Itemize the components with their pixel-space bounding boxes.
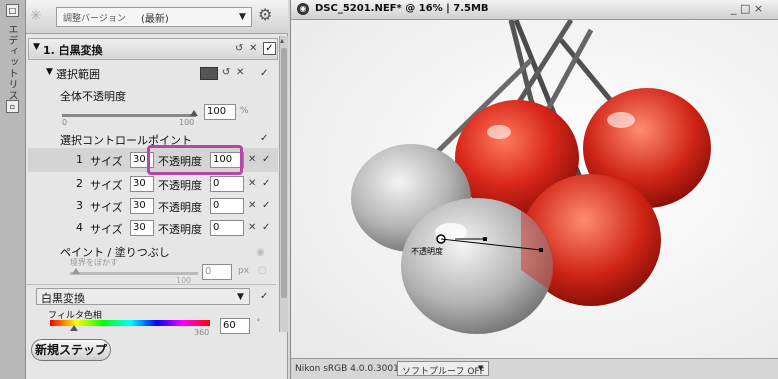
feather-knob[interactable]: [72, 268, 80, 274]
bw-dropdown-label: 白黒変換: [41, 292, 85, 305]
hue-max-label: 360: [194, 328, 210, 337]
gear-icon[interactable]: ⚙: [258, 5, 272, 24]
highlight-box: [147, 145, 243, 175]
cherries-photo: [291, 20, 778, 358]
reset-icon[interactable]: ↺: [235, 43, 243, 54]
paint-radio-2[interactable]: ○: [258, 266, 267, 276]
delete-icon[interactable]: ✕: [249, 43, 257, 54]
cp-size-label: サイズ: [90, 201, 123, 214]
panel-header: ✳ 調整バージョン (最新) ▼ ⚙: [26, 0, 288, 34]
cp-opacity-input[interactable]: 0: [210, 176, 244, 192]
px-unit: px: [238, 266, 250, 276]
expand-triangle-icon[interactable]: ▼: [46, 67, 53, 77]
scroll-up-icon[interactable]: ▴: [280, 36, 284, 45]
cp-num: 3: [76, 199, 83, 212]
control-points-enable-check[interactable]: ✓: [260, 134, 269, 144]
step-enable-checkbox[interactable]: ✓: [263, 42, 276, 55]
total-opacity-slider[interactable]: [62, 114, 196, 117]
image-title-bar[interactable]: ◉ DSC_5201.NEF* @ 16% | 7.5MB _ □ ×: [291, 0, 778, 20]
version-label: 調整バージョン: [63, 14, 126, 24]
scrollbar-thumb[interactable]: [281, 48, 287, 298]
cp-size-label: サイズ: [90, 155, 123, 168]
cp-opacity-label: 不透明度: [158, 201, 202, 214]
delete-icon[interactable]: ✕: [236, 67, 244, 78]
selection-enable-check[interactable]: ✓: [260, 69, 269, 79]
degree-unit: °: [256, 318, 261, 328]
cp-enable-check[interactable]: ✓: [262, 155, 271, 165]
total-opacity-input[interactable]: 100: [204, 104, 236, 120]
cp-opacity-label: 不透明度: [158, 179, 202, 192]
step-header[interactable]: ▼ 1. 白黒変換 ↺ ✕ ✓: [28, 38, 278, 60]
bw-conversion-dropdown[interactable]: 白黒変換 ▼: [36, 288, 250, 305]
reset-icon[interactable]: ↺: [222, 67, 230, 78]
feather-label: 境界をぼかす: [70, 258, 118, 267]
panel-scrollbar[interactable]: ▴: [279, 36, 288, 332]
cp-num: 4: [76, 221, 83, 234]
cp-enable-check[interactable]: ✓: [262, 179, 271, 189]
cp-opacity-input[interactable]: 0: [210, 220, 244, 236]
control-point-row-2[interactable]: 2 サイズ 30 不透明度 0 ✕ ✓: [28, 174, 278, 194]
app-logo-icon: ◉: [297, 3, 309, 15]
softproof-dropdown[interactable]: ソフトプルーフ OFF ▼: [397, 361, 489, 377]
step-title: 1. 白黒変換: [43, 44, 103, 57]
chevron-down-icon: ▼: [237, 292, 244, 302]
softproof-label: ソフトプルーフ OFF: [402, 367, 485, 377]
hue-knob[interactable]: [70, 325, 78, 331]
feather-input[interactable]: 0: [202, 264, 232, 280]
paint-radio[interactable]: ◉: [256, 248, 265, 258]
color-profile: Nikon sRGB 4.0.0.3001: [295, 364, 399, 374]
cp-enable-check[interactable]: ✓: [262, 201, 271, 211]
cp-size-label: サイズ: [90, 223, 123, 236]
selection-mode-icon[interactable]: [200, 67, 218, 80]
total-opacity-knob[interactable]: [190, 110, 198, 116]
selection-header[interactable]: ▼ 選択範囲 ↺ ✕ ✓: [28, 64, 278, 84]
feather-slider[interactable]: [70, 272, 198, 275]
collapse-icon[interactable]: □: [6, 4, 19, 17]
delete-icon[interactable]: ✕: [248, 178, 256, 189]
image-title: DSC_5201.NEF* @ 16% | 7.5MB: [315, 3, 489, 14]
cp-num: 1: [76, 153, 83, 166]
slider-max-label: 100: [179, 118, 195, 127]
cp-opacity-input[interactable]: 0: [210, 198, 244, 214]
version-dropdown[interactable]: 調整バージョン (最新) ▼: [56, 7, 252, 27]
control-point-row-4[interactable]: 4 サイズ 30 不透明度 0 ✕ ✓: [28, 218, 278, 238]
cp-num: 2: [76, 177, 83, 190]
image-window: ◉ DSC_5201.NEF* @ 16% | 7.5MB _ □ × 不透明度…: [290, 0, 778, 379]
chevron-down-icon: ▼: [478, 364, 484, 372]
delete-icon[interactable]: ✕: [248, 200, 256, 211]
cp-size-input[interactable]: 30: [130, 220, 154, 236]
percent-unit: %: [240, 106, 249, 116]
version-value: (最新): [141, 14, 169, 25]
control-point-label: 不透明度: [411, 247, 443, 256]
image-canvas[interactable]: 不透明度: [291, 20, 778, 358]
delete-icon[interactable]: ✕: [248, 154, 256, 165]
filter-hue-input[interactable]: 60: [220, 318, 250, 334]
cp-size-input[interactable]: 30: [130, 198, 154, 214]
delete-icon[interactable]: ✕: [248, 222, 256, 233]
slider-min-label: 0: [62, 118, 68, 127]
cp-enable-check[interactable]: ✓: [262, 223, 271, 233]
window-controls-icon[interactable]: _ □ ×: [731, 2, 763, 15]
edit-list-label: エディットリスト: [6, 24, 17, 112]
bw-enable-check[interactable]: ✓: [260, 292, 269, 302]
selection-title: 選択範囲: [56, 68, 100, 81]
cp-opacity-label: 不透明度: [158, 223, 202, 236]
expand-triangle-icon[interactable]: ▼: [33, 42, 40, 52]
divider: [26, 284, 276, 285]
cp-size-label: サイズ: [90, 179, 123, 192]
total-opacity-label: 全体不透明度: [60, 90, 126, 103]
new-step-button[interactable]: 新規ステップ: [31, 339, 111, 361]
asterisk-icon: ✳: [30, 8, 42, 24]
edit-panel: ✳ 調整バージョン (最新) ▼ ⚙ ▴ ▼ 1. 白黒変換 ↺ ✕ ✓ ▼ 選…: [26, 0, 288, 379]
chevron-down-icon: ▼: [239, 12, 246, 22]
panel-toggle-icon[interactable]: ▫: [6, 100, 19, 113]
status-bar: Nikon sRGB 4.0.0.3001 ソフトプルーフ OFF ▼: [291, 358, 778, 379]
cp-size-input[interactable]: 30: [130, 176, 154, 192]
edit-list-strip: □ エディットリスト ▫: [0, 0, 26, 379]
control-point-row-3[interactable]: 3 サイズ 30 不透明度 0 ✕ ✓: [28, 196, 278, 216]
